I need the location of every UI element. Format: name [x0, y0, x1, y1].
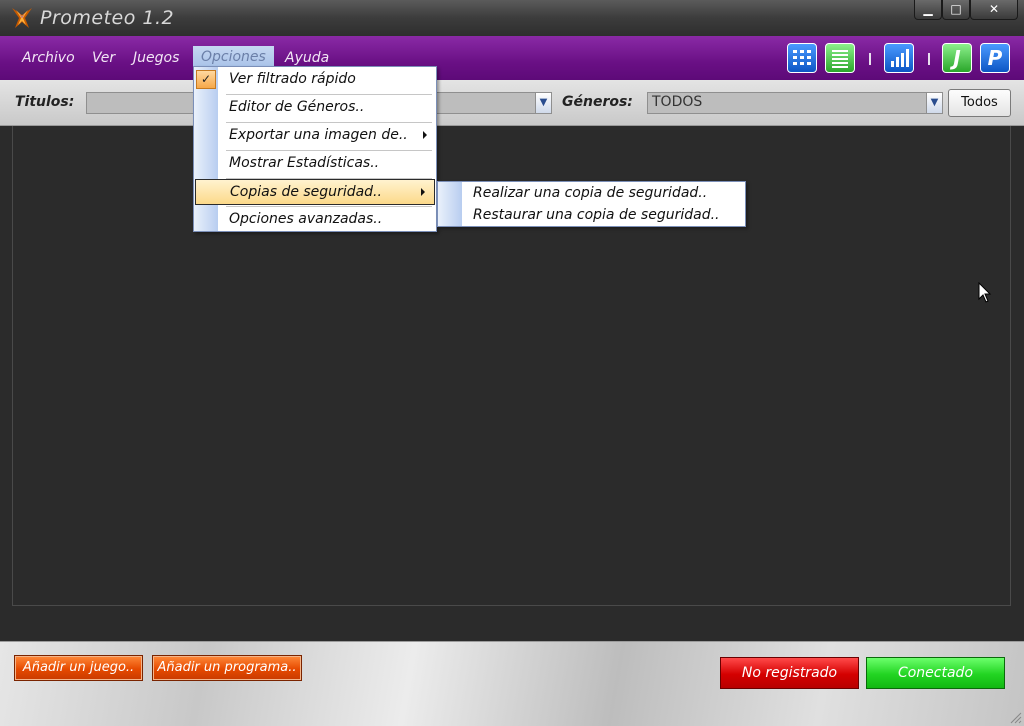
statistics-icon[interactable]: [884, 43, 914, 73]
menu-item-make-backup[interactable]: Realizar una copia de seguridad..: [473, 185, 707, 201]
games-j-letter: J: [953, 46, 961, 70]
title-bar: Prometeo 1.2 ▁ □ ✕: [0, 0, 1024, 36]
titles-label: Titulos:: [15, 94, 75, 110]
submenu-arrow-icon: [423, 131, 427, 139]
connection-status-button[interactable]: Conectado: [866, 657, 1005, 689]
toolbar-separator: [928, 53, 930, 65]
list-view-icon[interactable]: [825, 43, 855, 73]
programs-p-letter: P: [987, 46, 1003, 70]
menu-item-label: Opciones avanzadas..: [229, 211, 383, 227]
menu-item-advanced-options[interactable]: Opciones avanzadas..: [218, 207, 436, 233]
backup-submenu: Realizar una copia de seguridad.. Restau…: [437, 181, 746, 227]
menu-ver[interactable]: Ver: [92, 48, 115, 68]
menu-item-statistics[interactable]: Mostrar Estadísticas..: [218, 151, 436, 177]
menu-ayuda[interactable]: Ayuda: [285, 48, 329, 68]
minimize-button[interactable]: ▁: [914, 0, 942, 20]
menu-item-label: Editor de Géneros..: [229, 99, 365, 115]
menu-item-genre-editor[interactable]: Editor de Géneros..: [218, 95, 436, 121]
resize-grip-icon[interactable]: [1008, 710, 1022, 724]
menu-item-label: Exportar una imagen de..: [229, 127, 408, 143]
programs-p-icon[interactable]: P: [980, 43, 1010, 73]
menu-item-label: Ver filtrado rápido: [229, 71, 356, 87]
menu-item-backups[interactable]: Copias de seguridad..: [195, 179, 435, 205]
menu-gutter: [194, 67, 218, 231]
window-title: Prometeo 1.2: [40, 7, 175, 29]
menu-item-quick-filter[interactable]: Ver filtrado rápido: [218, 67, 436, 93]
close-button[interactable]: ✕: [970, 0, 1018, 20]
menu-item-export-image[interactable]: Exportar una imagen de..: [218, 123, 436, 149]
maximize-button[interactable]: □: [942, 0, 970, 20]
bottom-bar: Añadir un juego.. Añadir un programa.. N…: [0, 641, 1024, 726]
all-button[interactable]: Todos: [948, 89, 1011, 117]
options-menu: ✓ Ver filtrado rápido Editor de Géneros.…: [193, 66, 437, 232]
add-game-button[interactable]: Añadir un juego..: [14, 655, 143, 681]
chevron-down-icon[interactable]: ▼: [926, 93, 942, 113]
games-j-icon[interactable]: J: [942, 43, 972, 73]
mouse-cursor-icon: [978, 282, 992, 303]
prometeo-logo-icon: [12, 8, 32, 28]
menu-archivo[interactable]: Archivo: [22, 48, 75, 68]
menu-item-label: Copias de seguridad..: [230, 184, 382, 200]
menu-juegos[interactable]: Juegos: [133, 48, 179, 68]
genres-label: Géneros:: [562, 94, 633, 110]
menu-item-label: Mostrar Estadísticas..: [229, 155, 380, 171]
registration-status-button[interactable]: No registrado: [720, 657, 859, 689]
menu-bar: Archivo Ver Juegos Opciones Ayuda J P: [0, 36, 1024, 80]
filter-bar: Titulos: ▼ Géneros: TODOS ▼ Todos: [0, 80, 1024, 126]
genres-combobox[interactable]: TODOS ▼: [647, 92, 943, 114]
menu-item-restore-backup[interactable]: Restaurar una copia de seguridad..: [473, 207, 719, 223]
menu-gutter: [438, 182, 462, 226]
submenu-arrow-icon: [421, 188, 425, 196]
add-program-button[interactable]: Añadir un programa..: [152, 655, 302, 681]
menu-opciones[interactable]: Opciones: [193, 46, 274, 68]
chevron-down-icon[interactable]: ▼: [535, 93, 551, 113]
grid-view-icon[interactable]: [787, 43, 817, 73]
checkmark-icon: ✓: [196, 70, 216, 89]
genres-value: TODOS: [652, 94, 703, 110]
toolbar-separator: [869, 53, 871, 65]
